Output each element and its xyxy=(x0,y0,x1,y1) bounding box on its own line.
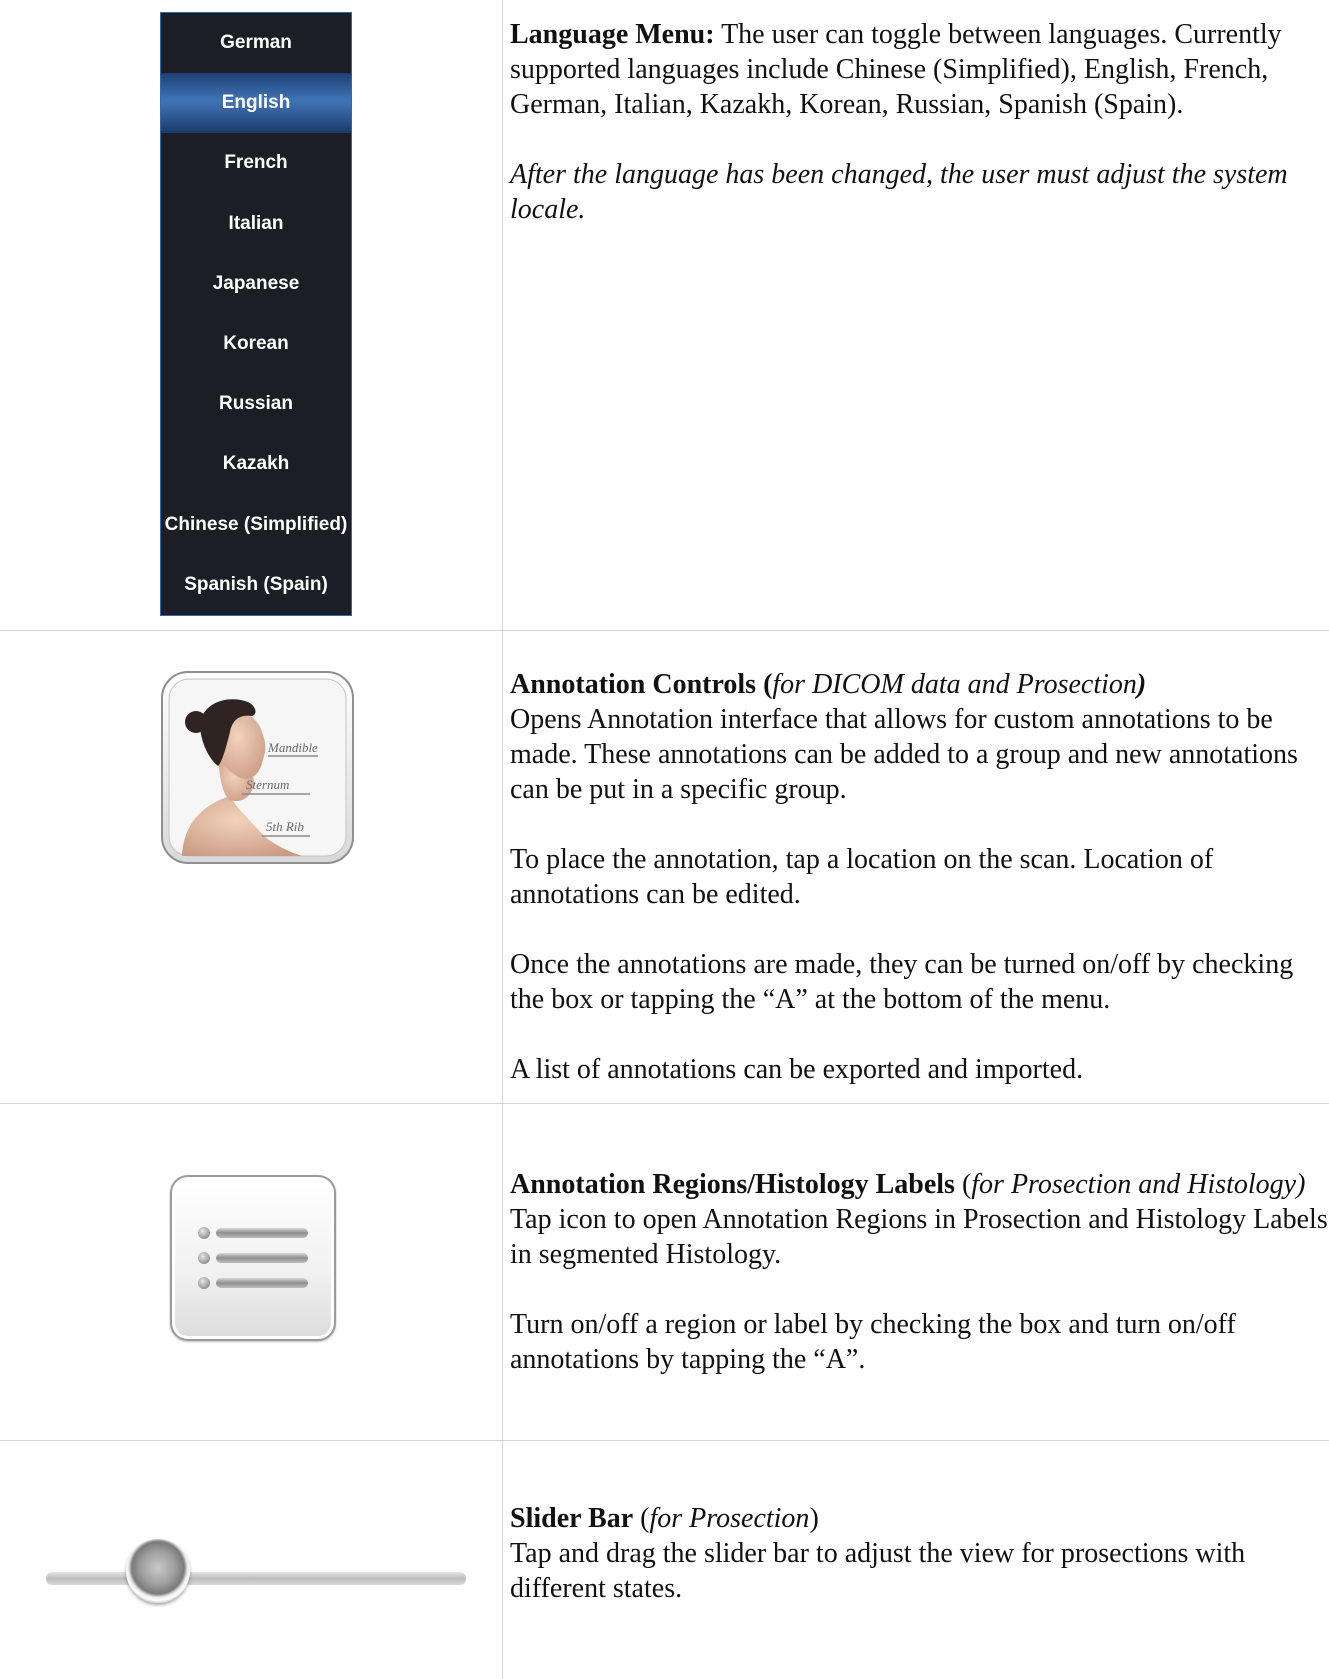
section-heading: Slider Bar (for Prosection) xyxy=(510,1503,819,1534)
language-menu-paragraph: Language Menu: The user can toggle betwe… xyxy=(510,17,1329,122)
language-item-spanish-spain[interactable]: Spanish (Spain) xyxy=(161,555,351,615)
annotation-controls-icon[interactable]: Mandible Sternum 5th Rib xyxy=(160,670,355,865)
language-item-russian[interactable]: Russian xyxy=(161,374,351,434)
table-row-divider xyxy=(0,630,1329,631)
label-mandible: Mandible xyxy=(267,740,318,755)
body-paragraph: Once the annotations are made, they can … xyxy=(510,949,1294,1015)
section-heading: Annotation Regions/Histology Labels (for… xyxy=(510,1169,1306,1200)
language-item-french[interactable]: French xyxy=(161,133,351,193)
table-column-divider xyxy=(502,0,503,1679)
body-paragraph: Turn on/off a region or label by checkin… xyxy=(510,1309,1236,1375)
table-row-divider xyxy=(0,1103,1329,1104)
body-paragraph: Tap icon to open Annotation Regions in P… xyxy=(510,1204,1328,1270)
slider-bar-description: Slider Bar (for Prosection) Tap and drag… xyxy=(510,1501,1329,1606)
annotation-regions-description: Annotation Regions/Histology Labels (for… xyxy=(510,1167,1329,1377)
body-paragraph: To place the annotation, tap a location … xyxy=(510,844,1214,910)
section-heading: Language Menu: xyxy=(510,19,715,50)
language-menu: German English French Italian Japanese K… xyxy=(160,12,352,616)
language-menu-description: Language Menu: The user can toggle betwe… xyxy=(510,17,1329,227)
body-paragraph: A list of annotations can be exported an… xyxy=(510,1054,1084,1085)
language-item-chinese-simplified[interactable]: Chinese (Simplified) xyxy=(161,495,351,555)
annotation-regions-icon[interactable] xyxy=(170,1175,336,1341)
annotation-controls-description: Annotation Controls (for DICOM data and … xyxy=(510,667,1329,1087)
list-icon xyxy=(198,1227,308,1289)
label-5th-rib: 5th Rib xyxy=(266,819,304,834)
table-row-divider xyxy=(0,1440,1329,1441)
language-item-korean[interactable]: Korean xyxy=(161,314,351,374)
language-item-kazakh[interactable]: Kazakh xyxy=(161,434,351,494)
locale-note: After the language has been changed, the… xyxy=(510,159,1288,225)
section-heading: Annotation Controls (for DICOM data and … xyxy=(510,669,1147,700)
language-item-english[interactable]: English xyxy=(161,73,351,134)
language-item-italian[interactable]: Italian xyxy=(161,194,351,254)
language-item-japanese[interactable]: Japanese xyxy=(161,254,351,314)
slider-track[interactable] xyxy=(46,1572,466,1585)
label-sternum: Sternum xyxy=(246,777,289,792)
body-paragraph: Tap and drag the slider bar to adjust th… xyxy=(510,1538,1246,1604)
slider-handle[interactable] xyxy=(126,1539,190,1603)
body-paragraph: Opens Annotation interface that allows f… xyxy=(510,704,1298,805)
language-item-german[interactable]: German xyxy=(161,13,351,73)
